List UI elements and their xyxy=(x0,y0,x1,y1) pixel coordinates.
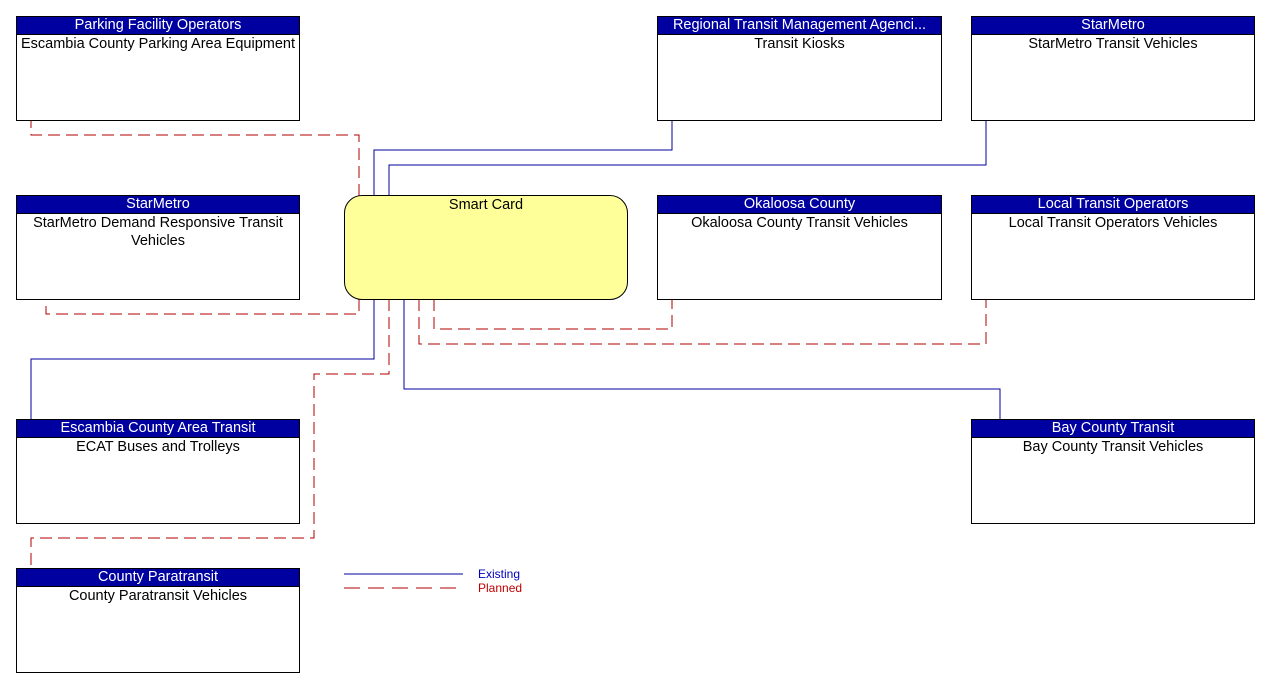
connector-starmetro-demand xyxy=(45,299,360,315)
node-starmetro-demand[interactable]: StarMetro StarMetro Demand Responsive Tr… xyxy=(16,195,300,300)
node-bay-county[interactable]: Bay County Transit Bay County Transit Ve… xyxy=(971,419,1255,524)
legend-existing-label: Existing xyxy=(478,567,521,581)
smart-card-label: Smart Card xyxy=(448,197,524,213)
node-owner: Okaloosa County xyxy=(658,196,941,214)
node-owner: StarMetro xyxy=(972,17,1254,35)
connector-ecat xyxy=(30,299,375,420)
node-local-transit[interactable]: Local Transit Operators Local Transit Op… xyxy=(971,195,1255,300)
connector-parking xyxy=(30,121,360,196)
node-label: Local Transit Operators Vehicles xyxy=(1008,215,1218,231)
legend-planned-label: Planned xyxy=(478,581,523,595)
node-starmetro-transit[interactable]: StarMetro StarMetro Transit Vehicles xyxy=(971,16,1255,121)
node-label: StarMetro Transit Vehicles xyxy=(1028,36,1198,52)
node-owner: Regional Transit Management Agenci... xyxy=(658,17,941,35)
node-parking[interactable]: Parking Facility Operators Escambia Coun… xyxy=(16,16,300,121)
node-label: ECAT Buses and Trolleys xyxy=(76,439,240,455)
connector-bay-county xyxy=(403,299,1001,420)
smart-card-node[interactable]: Smart Card xyxy=(344,195,628,300)
connector-local-transit xyxy=(418,299,987,345)
node-owner: Bay County Transit xyxy=(972,420,1254,438)
connector-okaloosa xyxy=(433,299,673,330)
node-label: County Paratransit Vehicles xyxy=(68,588,248,604)
node-kiosks[interactable]: Regional Transit Management Agenci... Tr… xyxy=(657,16,942,121)
node-paratransit[interactable]: County Paratransit County Paratransit Ve… xyxy=(16,568,300,673)
node-label: Okaloosa County Transit Vehicles xyxy=(691,215,908,231)
connector-starmetro-transit xyxy=(388,121,987,196)
node-okaloosa[interactable]: Okaloosa County Okaloosa County Transit … xyxy=(657,195,942,300)
node-label: StarMetro Demand Responsive Transit Vehi… xyxy=(33,215,283,249)
node-label: Transit Kiosks xyxy=(754,36,845,52)
node-owner: Escambia County Area Transit xyxy=(17,420,299,438)
node-owner: Local Transit Operators xyxy=(972,196,1254,214)
node-label: Bay County Transit Vehicles xyxy=(1022,439,1204,455)
node-label: Escambia County Parking Area Equipment xyxy=(20,36,296,52)
node-owner: StarMetro xyxy=(17,196,299,214)
node-owner: County Paratransit xyxy=(17,569,299,587)
connector-kiosks xyxy=(373,121,673,196)
node-ecat[interactable]: Escambia County Area Transit ECAT Buses … xyxy=(16,419,300,524)
node-owner: Parking Facility Operators xyxy=(17,17,299,35)
